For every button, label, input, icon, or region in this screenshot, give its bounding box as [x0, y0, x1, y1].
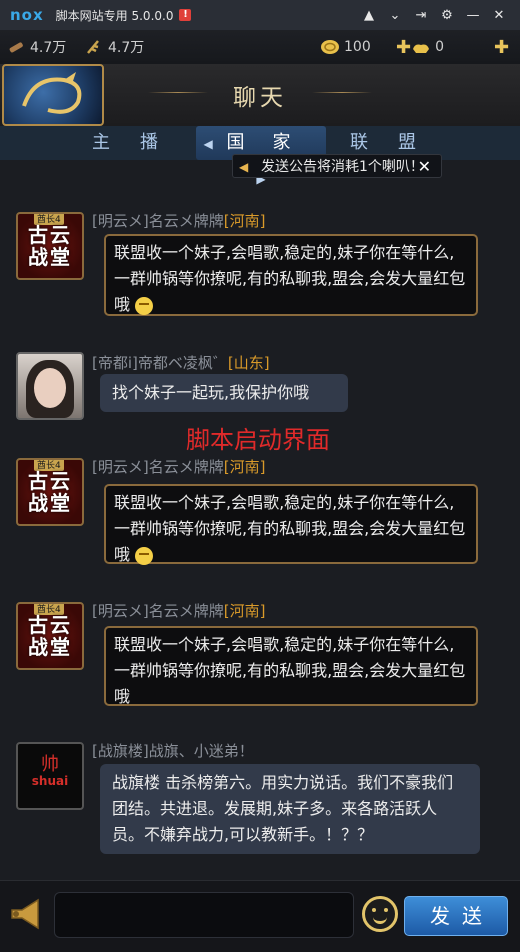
gold-ingot-icon — [413, 44, 430, 53]
tab-country-label: 国家 — [226, 132, 319, 153]
resource-bar: 4.7万 4.7万 100 ✚ 0 ✚ — [0, 30, 520, 64]
avatar-face — [34, 368, 66, 408]
gold-coin-icon — [321, 40, 339, 54]
speaker-icon: ◀ — [239, 160, 249, 174]
province-tag: [河南] — [223, 602, 266, 620]
avatar[interactable]: 酋长4 古云战堂 — [16, 212, 84, 280]
notice-text: 发送公告将消耗1个喇叭！ — [261, 159, 424, 175]
shirt-icon[interactable]: ▲ — [356, 8, 382, 23]
message-text: 战旗楼 击杀榜第六。用实力说话。我们不豪我们团结。共进退。发展期,妹子多。来各路… — [112, 773, 454, 844]
emoji-icon — [135, 546, 154, 565]
wood-icon — [9, 42, 23, 53]
minimize-icon[interactable]: — — [460, 8, 486, 23]
message-text: 找个妹子一起玩,我保护你哦 — [112, 383, 310, 402]
window-title: 脚本网站专用 5.0.0.0 — [55, 8, 174, 23]
add-ingot-icon[interactable]: ✚ — [396, 37, 411, 58]
nox-logo: nox — [10, 6, 44, 24]
close-icon[interactable]: ✕ — [486, 8, 512, 23]
ingot-amount: 0 — [435, 39, 445, 55]
chevron-down-icon[interactable]: ⌄ — [382, 8, 408, 23]
province-tag: [河南] — [223, 458, 266, 476]
sender-name: [明云メ]名云メ牌牌[河南] — [92, 600, 265, 621]
message-bubble: 联盟收一个妹子,会唱歌,稳定的,妹子你在等什么,一群帅锅等你撩呢,有的私聊我,盟… — [104, 484, 478, 565]
sender-name-text[interactable]: [明云メ]名云メ牌牌 — [92, 458, 224, 476]
arrow-left-icon: ◀ — [203, 137, 213, 151]
club-logo-text: 古云战堂 — [28, 469, 72, 515]
message-text: 联盟收一个妹子,会唱歌,稳定的,妹子你在等什么,一群帅锅等你撩呢,有的私聊我,盟… — [114, 635, 466, 706]
chat-input[interactable] — [54, 892, 354, 938]
message-bubble: 找个妹子一起玩,我保护你哦 — [100, 374, 348, 412]
avatar-text-en: shuai — [31, 774, 69, 788]
horn-icon[interactable] — [8, 896, 48, 932]
sender-name: [帝都i]帝都ベ凌枫゛[山东] — [92, 352, 270, 373]
watermark-text: 脚本启动界面 — [186, 426, 330, 454]
avatar[interactable]: 帅 shuai — [16, 742, 84, 810]
message-bubble: 联盟收一个妹子,会唱歌,稳定的,妹子你在等什么,一群帅锅等你撩呢,有的私聊我,盟… — [104, 626, 478, 706]
sender-name: [明云メ]名云メ牌牌[河南] — [92, 456, 265, 477]
sender-name: [明云メ]名云メ牌牌[河南] — [92, 210, 265, 231]
add-resource-icon[interactable]: ✚ — [494, 37, 509, 58]
sender-name-text[interactable]: [明云メ]名云メ牌牌 — [92, 602, 224, 620]
message-bubble: 战旗楼 击杀榜第六。用实力说话。我们不豪我们团结。共进退。发展期,妹子多。来各路… — [100, 764, 480, 854]
province-tag: [河南] — [223, 212, 266, 230]
message-bubble: 联盟收一个妹子,会唱歌,稳定的,妹子你在等什么,一群帅锅等你撩呢,有的私聊我,盟… — [104, 234, 478, 316]
alert-badge[interactable]: ! — [179, 9, 192, 21]
sender-name-text[interactable]: [明云メ]名云メ牌牌 — [92, 212, 224, 230]
emoji-picker-icon[interactable] — [362, 896, 398, 932]
club-logo-text: 古云战堂 — [28, 223, 72, 269]
message-text: 联盟收一个妹子,会唱歌,稳定的,妹子你在等什么,一群帅锅等你撩呢,有的私聊我,盟… — [114, 493, 466, 564]
wood-amount: 4.7万 — [30, 40, 67, 56]
gold-amount: 100 — [344, 39, 371, 55]
notice-banner: ◀ 发送公告将消耗1个喇叭！ ✕ — [232, 154, 442, 178]
tab-anchor[interactable]: 主播 — [92, 126, 188, 160]
avatar[interactable]: 酋长4 古云战堂 — [16, 458, 84, 526]
sender-name-text[interactable]: [战旗楼]战旗、小迷弟！ — [92, 742, 254, 760]
grain-icon — [87, 40, 99, 54]
pin-icon[interactable]: ⇥ — [408, 8, 434, 23]
send-button[interactable]: 发送 — [404, 896, 508, 936]
avatar[interactable]: 酋长4 古云战堂 — [16, 602, 84, 670]
sender-name-text[interactable]: [帝都i]帝都ベ凌枫゛ — [92, 354, 228, 372]
province-tag: [山东] — [227, 354, 270, 372]
emoji-icon — [135, 296, 154, 315]
window-titlebar: nox 脚本网站专用 5.0.0.0 ! ▲ ⌄ ⇥ ⚙ — ✕ — [0, 0, 520, 31]
avatar[interactable] — [16, 352, 84, 420]
food-amount: 4.7万 — [108, 40, 145, 56]
club-logo-text: 古云战堂 — [28, 613, 72, 659]
page-title: 聊天 — [233, 85, 287, 111]
avatar-text-cn: 帅 — [41, 754, 59, 775]
gear-icon[interactable]: ⚙ — [434, 8, 460, 23]
message-text: 联盟收一个妹子,会唱歌,稳定的,妹子你在等什么,一群帅锅等你撩呢,有的私聊我,盟… — [114, 243, 466, 314]
close-notice-icon[interactable]: ✕ — [418, 155, 431, 179]
sender-name: [战旗楼]战旗、小迷弟！ — [92, 740, 254, 761]
